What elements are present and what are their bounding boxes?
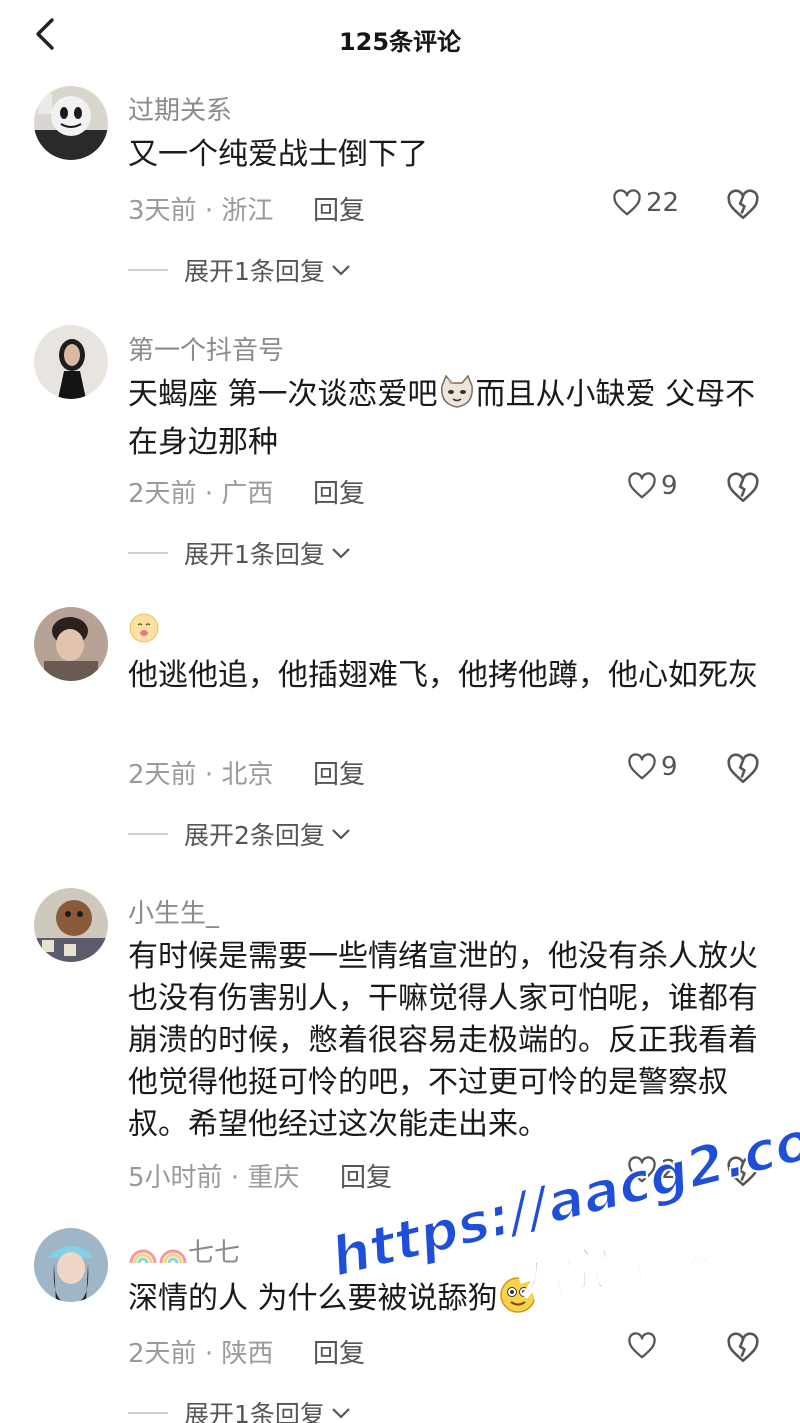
broken-heart-icon[interactable] [726, 471, 760, 505]
reply-button[interactable]: 回复 [340, 1157, 392, 1194]
page-title: 125条评论 [338, 28, 462, 56]
heart-outline-icon [628, 472, 656, 499]
comment-username[interactable]: 过期关系 [128, 90, 232, 127]
expand-replies-label: 展开1条回复 [184, 540, 325, 569]
broken-heart-icon[interactable] [726, 188, 760, 222]
comment-username[interactable] [128, 612, 160, 651]
username-text: 七七 [188, 1238, 241, 1268]
expand-replies-label: 展开2条回复 [184, 821, 325, 850]
expand-replies-button[interactable]: 展开2条回复 [128, 816, 351, 852]
divider [128, 269, 168, 271]
avatar[interactable] [34, 1228, 108, 1302]
avatar[interactable] [34, 607, 108, 681]
rainbow-icon [159, 1249, 187, 1264]
comment-text: 又一个纯爱战士倒下了 [128, 137, 428, 172]
like-button[interactable]: 9 [627, 752, 678, 782]
chevron-down-icon [332, 265, 350, 276]
expand-replies-button[interactable]: 展开1条回复 [128, 1395, 351, 1423]
top-bar: 125条评论 [0, 0, 800, 78]
heart-outline-icon [628, 753, 656, 780]
comment-text: 天蝎座 第一次谈恋爱吧 而且从小缺爱 父母不在身边那种 [128, 374, 758, 464]
comment-time: 5小时前 [128, 1163, 223, 1193]
like-count: 22 [646, 188, 680, 218]
comment-meta: 2天前 · 陕西 [128, 1333, 273, 1370]
chevron-down-icon [332, 548, 350, 559]
watermark: https://aacg2.com 看完整版 [324, 1094, 800, 1412]
comment-location: 浙江 [221, 196, 274, 226]
comment-meta: 3天前 · 浙江 [128, 190, 273, 227]
comment-username[interactable]: 第一个抖音号 [128, 330, 284, 367]
reply-button[interactable]: 回复 [313, 190, 365, 227]
broken-heart-icon[interactable] [726, 752, 760, 786]
separator-dot: · [204, 760, 222, 790]
comment-text: 有时候是需要一些情绪宣泄的，他没有杀人放火也没有伤害别人，干嘛觉得人家可怕呢，谁… [128, 939, 758, 1142]
chevron-down-icon [332, 829, 350, 840]
expand-replies-button[interactable]: 展开1条回复 [128, 252, 351, 288]
avatar[interactable] [34, 888, 108, 962]
comment-text-part: 天蝎座 第一次谈恋爱吧 [128, 377, 438, 412]
separator-dot: · [204, 1339, 222, 1369]
expand-replies-label: 展开1条回复 [184, 1400, 325, 1423]
chevron-down-icon [332, 1408, 350, 1419]
comment-location: 重庆 [247, 1163, 300, 1193]
like-button[interactable]: 22 [612, 188, 679, 218]
comment-time: 2天前 [128, 1339, 197, 1369]
comment-time: 2天前 [128, 760, 197, 790]
reply-button[interactable]: 回复 [313, 754, 365, 791]
comment-time: 3天前 [128, 196, 197, 226]
comment-location: 北京 [221, 760, 274, 790]
expand-replies-button[interactable]: 展开1条回复 [128, 535, 351, 571]
separator-dot: · [204, 479, 222, 509]
comment-time: 2天前 [128, 479, 197, 509]
like-count: 9 [661, 752, 678, 782]
rainbow-icon [129, 1249, 157, 1264]
comment-username[interactable]: 小生生_ [128, 893, 219, 930]
drooling-emoji-icon [129, 613, 159, 643]
avatar[interactable] [34, 325, 108, 399]
heart-outline-icon [613, 189, 641, 216]
comment-meta: 5小时前 · 重庆 [128, 1157, 299, 1194]
like-count: 9 [661, 471, 678, 501]
divider [128, 1412, 168, 1414]
comment-text: 他逃他追，他插翅难飞，他拷他蹲，他心如死灰 [128, 658, 758, 693]
comment-location: 广西 [221, 479, 274, 509]
avatar[interactable] [34, 86, 108, 160]
separator-dot: · [230, 1163, 248, 1193]
comment-meta: 2天前 · 北京 [128, 754, 273, 791]
like-button[interactable]: 9 [627, 471, 678, 501]
reply-button[interactable]: 回复 [313, 473, 365, 510]
comment-username[interactable]: 七七 [128, 1232, 240, 1269]
cat-emoji-icon [438, 374, 476, 422]
divider [128, 552, 168, 554]
divider [128, 833, 168, 835]
comment-location: 陕西 [221, 1339, 274, 1369]
expand-replies-label: 展开1条回复 [184, 257, 325, 286]
broken-heart-icon[interactable] [726, 1331, 760, 1365]
comment-meta: 2天前 · 广西 [128, 473, 273, 510]
separator-dot: · [204, 196, 222, 226]
